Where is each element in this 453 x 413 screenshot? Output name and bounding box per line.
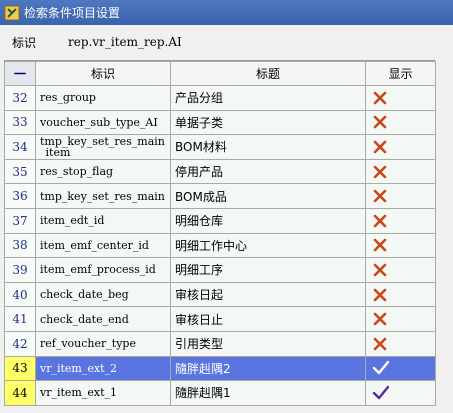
row-title[interactable]: 审核日止 — [170, 306, 366, 332]
row-number[interactable]: 43 — [4, 355, 36, 382]
row-identifier[interactable]: voucher_sub_type_AI — [35, 109, 171, 136]
row-identifier[interactable]: tmp_key_set_res_main — [35, 183, 171, 209]
identifier-label: 标识 — [12, 35, 37, 50]
cross-icon — [372, 262, 388, 278]
row-title[interactable]: 明细工序 — [170, 257, 366, 283]
row-number[interactable]: 32 — [4, 85, 36, 111]
row-show-toggle[interactable] — [365, 158, 436, 185]
row-identifier[interactable]: tmp_key_set_res_main_item — [35, 134, 171, 160]
identifier-row: 标识 rep.vr_item_rep.AI — [0, 28, 453, 56]
header-row: 一 标识 标题 显示 — [4, 61, 436, 86]
row-show-toggle[interactable] — [365, 330, 436, 357]
cross-icon — [372, 114, 388, 130]
identifier-value: rep.vr_item_rep.AI — [68, 35, 182, 49]
row-title[interactable]: BOM材料 — [170, 134, 366, 160]
row-identifier[interactable]: check_date_beg — [35, 281, 171, 308]
row-title[interactable]: 明细仓库 — [170, 207, 366, 234]
checkmark-icon — [372, 385, 390, 401]
table-row[interactable]: 42 ref_voucher_type 引用类型 — [4, 330, 436, 357]
table-row[interactable]: 38 item_emf_center_id 明细工作中心 — [4, 232, 436, 259]
column-header-show[interactable]: 显示 — [365, 61, 436, 86]
row-title[interactable]: 隨胖赳隅2 — [170, 355, 366, 382]
row-number[interactable]: 42 — [4, 330, 36, 357]
cross-icon — [372, 213, 388, 229]
row-title[interactable]: 明细工作中心 — [170, 232, 366, 259]
table-row[interactable]: 37 item_edt_id 明细仓库 — [4, 207, 436, 234]
items-table: 一 标识 标题 显示 32 res_group 产品分组 33 voucher_sub_… — [4, 61, 436, 406]
title-bar: 检索条件项目设置 — [0, 0, 453, 25]
row-show-toggle[interactable] — [365, 183, 436, 209]
row-show-toggle[interactable] — [365, 134, 436, 160]
row-title[interactable]: 停用产品 — [170, 158, 366, 185]
row-title[interactable]: 隨胖赳隅1 — [170, 380, 366, 406]
column-header-title[interactable]: 标题 — [170, 61, 366, 86]
row-title[interactable]: BOM成品 — [170, 183, 366, 209]
table-row[interactable]: 35 res_stop_flag 停用产品 — [4, 158, 436, 185]
row-number[interactable]: 44 — [4, 380, 36, 406]
row-show-toggle[interactable] — [365, 232, 436, 259]
row-number[interactable]: 36 — [4, 183, 36, 209]
row-identifier[interactable]: item_edt_id — [35, 207, 171, 234]
row-title[interactable]: 审核日起 — [170, 281, 366, 308]
row-identifier[interactable]: res_stop_flag — [35, 158, 171, 185]
column-header-identifier[interactable]: 标识 — [35, 61, 171, 86]
row-show-toggle[interactable] — [365, 306, 436, 332]
row-show-toggle[interactable] — [365, 355, 436, 382]
row-show-toggle[interactable] — [365, 281, 436, 308]
row-identifier[interactable]: item_emf_process_id — [35, 257, 171, 283]
row-number[interactable]: 34 — [4, 134, 36, 160]
row-identifier[interactable]: ref_voucher_type — [35, 330, 171, 357]
cross-icon — [372, 90, 388, 106]
row-number[interactable]: 35 — [4, 158, 36, 185]
table-row[interactable]: 40 check_date_beg 审核日起 — [4, 281, 436, 308]
row-show-toggle[interactable] — [365, 257, 436, 283]
row-title[interactable]: 引用类型 — [170, 330, 366, 357]
app-settings-icon — [4, 5, 20, 21]
items-grid[interactable]: 一 标识 标题 显示 32 res_group 产品分组 33 voucher_sub_… — [4, 60, 436, 406]
window-title: 检索条件项目设置 — [24, 6, 121, 20]
cross-icon — [372, 164, 388, 180]
row-show-toggle[interactable] — [365, 380, 436, 406]
row-identifier[interactable]: res_group — [35, 85, 171, 111]
table-row[interactable]: 36 tmp_key_set_res_main BOM成品 — [4, 183, 436, 209]
row-identifier[interactable]: vr_item_ext_2 — [35, 355, 171, 382]
cross-icon — [372, 336, 388, 352]
cross-icon — [372, 287, 388, 303]
row-number[interactable]: 39 — [4, 257, 36, 283]
row-number[interactable]: 33 — [4, 109, 36, 136]
row-show-toggle[interactable] — [365, 85, 436, 111]
vertical-scrollbar[interactable] — [437, 60, 453, 413]
table-row[interactable]: 32 res_group 产品分组 — [4, 85, 436, 111]
select-all-corner[interactable]: 一 — [4, 61, 36, 86]
cross-icon — [372, 311, 388, 327]
row-identifier[interactable]: check_date_end — [35, 306, 171, 332]
cross-icon — [372, 139, 388, 155]
cross-icon — [372, 188, 388, 204]
table-row[interactable]: 44 vr_item_ext_1 隨胖赳隅1 — [4, 380, 436, 406]
row-title[interactable]: 单据子类 — [170, 109, 366, 136]
table-row[interactable]: 33 voucher_sub_type_AI 单据子类 — [4, 109, 436, 136]
row-show-toggle[interactable] — [365, 207, 436, 234]
cross-icon — [372, 237, 388, 253]
row-identifier[interactable]: item_emf_center_id — [35, 232, 171, 259]
row-number[interactable]: 37 — [4, 207, 36, 234]
row-number[interactable]: 40 — [4, 281, 36, 308]
row-identifier[interactable]: vr_item_ext_1 — [35, 380, 171, 406]
row-number[interactable]: 38 — [4, 232, 36, 259]
row-show-toggle[interactable] — [365, 109, 436, 136]
table-row[interactable]: 34 tmp_key_set_res_main_item BOM材料 — [4, 134, 436, 160]
checkmark-icon — [372, 360, 390, 376]
row-title[interactable]: 产品分组 — [170, 85, 366, 111]
table-row[interactable]: 41 check_date_end 审核日止 — [4, 306, 436, 332]
row-identifier-text: tmp_key_set_res_main_item — [40, 135, 165, 158]
table-row[interactable]: 39 item_emf_process_id 明细工序 — [4, 257, 436, 283]
table-row[interactable]: 43 vr_item_ext_2 隨胖赳隅2 — [4, 355, 436, 382]
row-number[interactable]: 41 — [4, 306, 36, 332]
